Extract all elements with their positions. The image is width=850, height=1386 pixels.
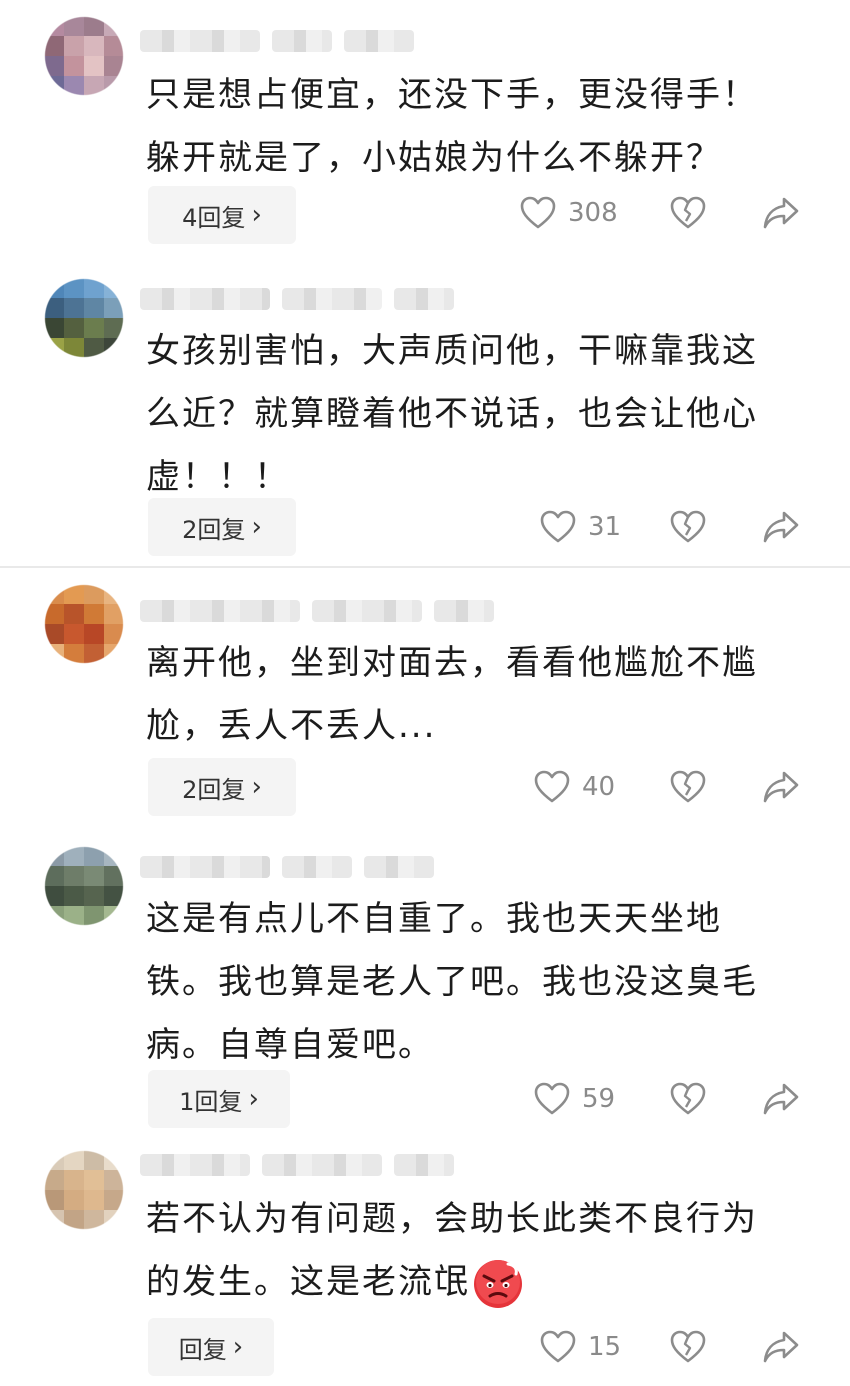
comment-text: 这是有点儿不自重了。我也天天坐地 铁。我也算是老人了吧。我也没这臭毛 病。自尊自…: [146, 899, 758, 1065]
reply-count-label: 2回复: [182, 775, 246, 804]
chevron-right-icon: ›: [248, 1084, 259, 1114]
comment-text: 女孩别害怕，大声质问他，干嘛靠我这 么近？就算瞪着他不说话，也会让他心 虚！！！: [146, 331, 758, 497]
username-blurred: [140, 854, 434, 880]
share-arrow-icon[interactable]: [762, 1330, 800, 1364]
share-arrow-icon[interactable]: [762, 1082, 800, 1116]
like-count: 15: [588, 1332, 622, 1362]
share-arrow-icon[interactable]: [762, 196, 800, 230]
comment-text: 离开他，坐到对面去，看看他尴尬不尴 尬，丢人不丢人...: [146, 643, 758, 746]
like-button[interactable]: 15: [540, 1330, 621, 1364]
like-count: 40: [582, 772, 616, 802]
like-button[interactable]: 59: [534, 1082, 615, 1116]
avatar[interactable]: [44, 278, 124, 358]
heart-outline-icon: [534, 1082, 570, 1115]
view-replies-button[interactable]: 4回复 ›: [148, 186, 296, 244]
comment-text: 只是想占便宜，还没下手，更没得手！ 躲开就是了，小姑娘为什么不躲开？: [146, 75, 758, 178]
view-replies-button[interactable]: 回复 ›: [148, 1318, 274, 1376]
avatar[interactable]: [44, 846, 124, 926]
like-count: 59: [582, 1084, 616, 1114]
broken-heart-icon[interactable]: [670, 1330, 706, 1364]
heart-outline-icon: [540, 1330, 576, 1363]
chevron-right-icon: ›: [251, 772, 262, 802]
broken-heart-icon[interactable]: [670, 770, 706, 804]
share-arrow-icon[interactable]: [762, 510, 800, 544]
reply-label: 回复: [178, 1335, 227, 1364]
view-replies-button[interactable]: 2回复 ›: [148, 498, 296, 556]
angry-face-emoji: [474, 1259, 522, 1308]
avatar[interactable]: [44, 1150, 124, 1230]
like-count: 308: [568, 198, 618, 228]
like-button[interactable]: 31: [540, 510, 621, 544]
username-blurred: [140, 286, 454, 312]
heart-outline-icon: [534, 770, 570, 803]
section-divider: [0, 566, 850, 568]
username-blurred: [140, 598, 494, 624]
broken-heart-icon[interactable]: [670, 510, 706, 544]
like-button[interactable]: 40: [534, 770, 615, 804]
comment-text: 若不认为有问题，会助长此类不良行为 的发生。这是老流氓: [146, 1188, 806, 1314]
heart-outline-icon: [540, 510, 576, 543]
avatar[interactable]: [44, 16, 124, 96]
reply-count-label: 4回复: [182, 203, 246, 232]
broken-heart-icon[interactable]: [670, 196, 706, 230]
view-replies-button[interactable]: 2回复 ›: [148, 758, 296, 816]
avatar[interactable]: [44, 584, 124, 664]
reply-count-label: 1回复: [179, 1087, 243, 1116]
share-arrow-icon[interactable]: [762, 770, 800, 804]
comment-feed: 只是想占便宜，还没下手，更没得手！ 躲开就是了，小姑娘为什么不躲开？ 4回复 ›…: [0, 0, 850, 1386]
heart-outline-icon: [520, 196, 556, 229]
like-button[interactable]: 308: [520, 196, 618, 230]
username-blurred: [140, 28, 414, 54]
like-count: 31: [588, 512, 622, 542]
reply-count-label: 2回复: [182, 515, 246, 544]
username-blurred: [140, 1152, 454, 1178]
view-replies-button[interactable]: 1回复 ›: [148, 1070, 290, 1128]
comment-text-body: 若不认为有问题，会助长此类不良行为 的发生。这是老流氓: [146, 1199, 758, 1302]
broken-heart-icon[interactable]: [670, 1082, 706, 1116]
chevron-right-icon: ›: [251, 200, 262, 230]
chevron-right-icon: ›: [232, 1332, 244, 1362]
chevron-right-icon: ›: [251, 512, 262, 542]
